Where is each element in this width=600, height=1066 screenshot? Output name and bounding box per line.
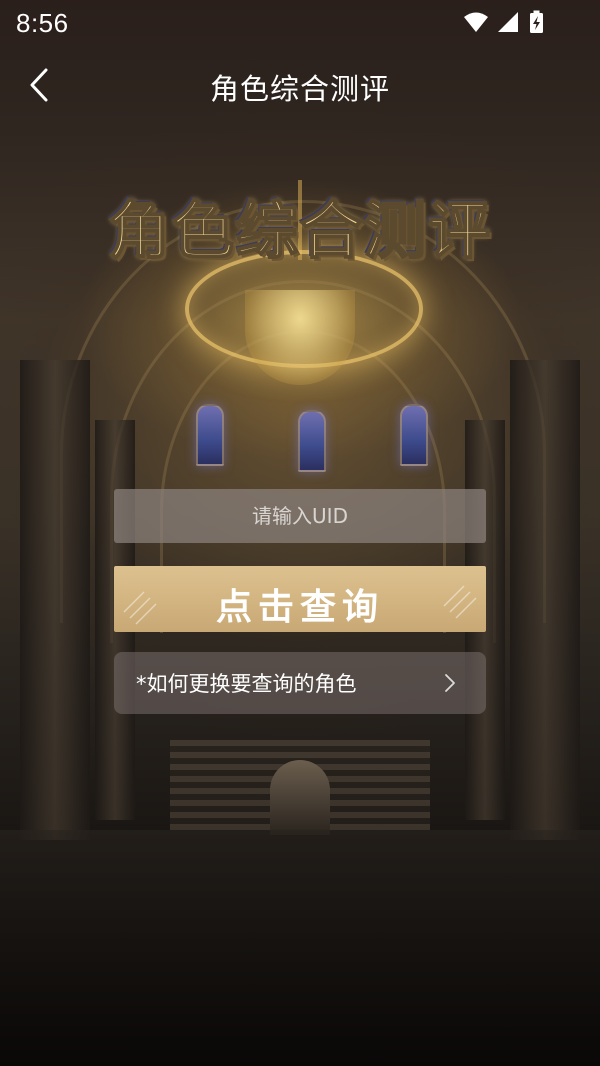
chevron-right-icon [445, 674, 455, 692]
uid-input[interactable] [114, 489, 486, 543]
stained-glass-window [400, 404, 428, 466]
help-label: *如何更换要查询的角色 [136, 672, 357, 696]
page-title: 角色综合测评 [209, 72, 390, 106]
background-pillar [20, 360, 90, 840]
query-button[interactable]: 点击查询 [114, 566, 486, 632]
hero-title: 角色综合测评 [107, 193, 492, 268]
background-floor [0, 830, 600, 1066]
nav-bar: 角色综合测评 [0, 52, 600, 118]
query-button-label: 点击查询 [215, 587, 384, 628]
stained-glass-window [298, 410, 326, 472]
status-bar: 8:56 [0, 0, 600, 48]
background-doorway [270, 760, 330, 835]
background-pillar [510, 360, 580, 840]
screen: 8:56 角色综合测评 角色综合测评 请输入UID 点击查询 *如何更换要查询的… [0, 0, 600, 1066]
change-role-help-row[interactable]: *如何更换要查询的角色 [114, 652, 486, 714]
status-icons [464, 10, 543, 33]
status-time: 8:56 [16, 8, 69, 38]
cellular-signal-icon [498, 12, 518, 32]
stained-glass-window [196, 404, 224, 466]
wifi-icon [464, 12, 488, 32]
battery-charging-icon [530, 10, 543, 33]
